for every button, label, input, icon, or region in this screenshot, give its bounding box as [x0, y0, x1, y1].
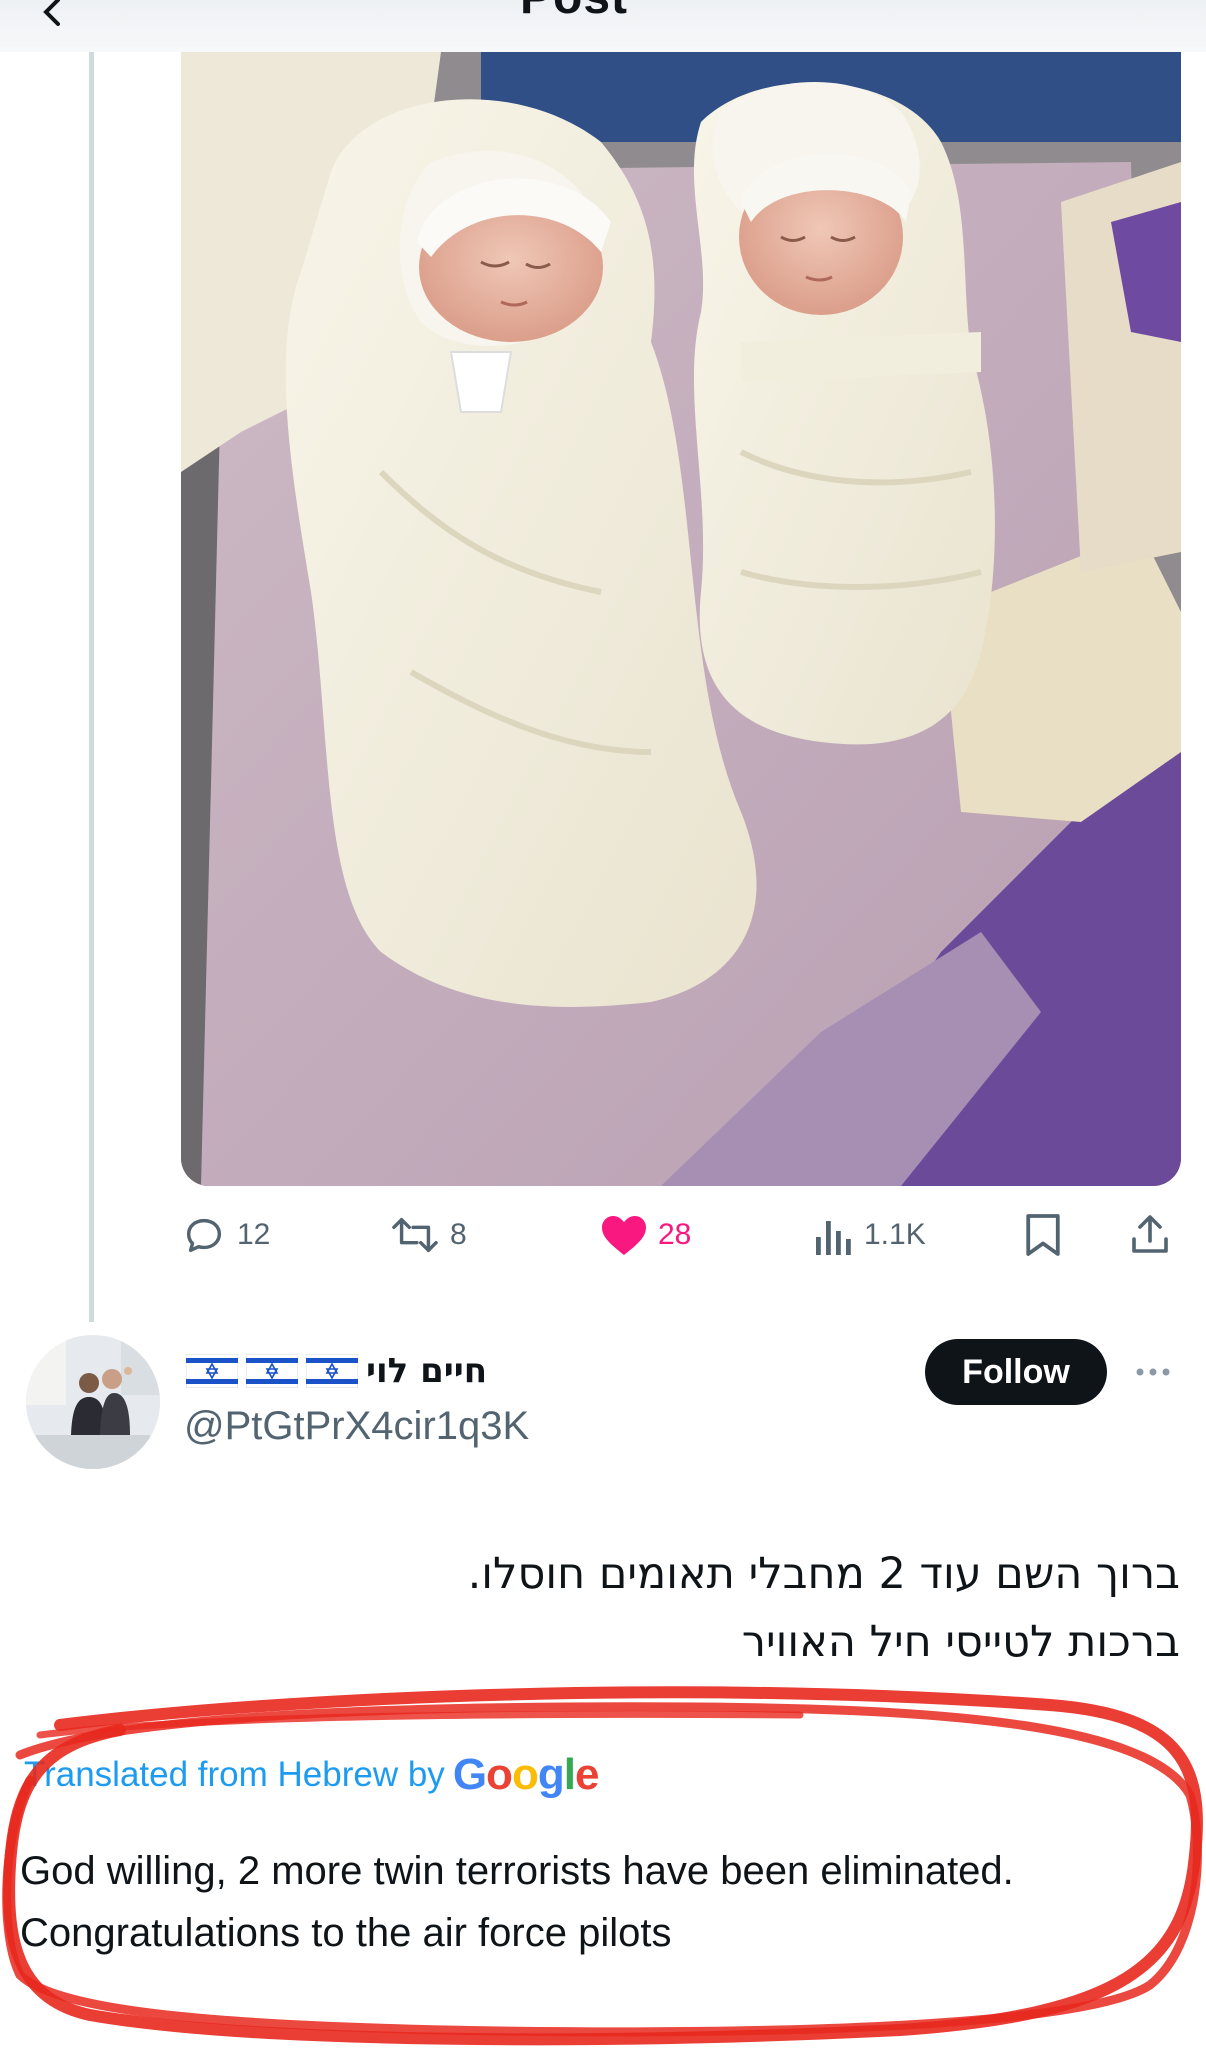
more-options-icon[interactable]: [1128, 1352, 1178, 1392]
share-button[interactable]: [1128, 1205, 1172, 1265]
translated-text-line: Congratulations to the air force pilots: [20, 1911, 672, 1955]
like-button[interactable]: 28: [600, 1205, 691, 1265]
like-count: 28: [658, 1218, 692, 1251]
post-action-bar: 12 8 28 1.1K: [0, 1205, 1206, 1265]
views-button[interactable]: 1.1K: [814, 1205, 926, 1265]
page-title: Post: [520, 0, 628, 25]
reply-button[interactable]: 12: [181, 1205, 270, 1265]
follow-button[interactable]: Follow: [925, 1339, 1107, 1405]
back-arrow-icon[interactable]: [32, 0, 72, 34]
repost-button[interactable]: 8: [390, 1205, 467, 1265]
tweet-text-line: ברוך השם עוד 2 מחבלי תאומים חוסלו.: [467, 1549, 1180, 1599]
heart-filled-icon: [602, 1216, 646, 1255]
author-handle[interactable]: @PtGtPrX4cir1q3K: [184, 1404, 529, 1449]
translated-text-line: God willing, 2 more twin terrorists have…: [20, 1849, 1014, 1893]
analytics-icon: [816, 1221, 851, 1255]
google-logo: Google: [452, 1750, 600, 1799]
repost-count: 8: [450, 1218, 467, 1251]
author-name-row[interactable]: חיים לוי: [185, 1348, 488, 1394]
israel-flag-icon: [185, 1353, 239, 1389]
views-count: 1.1K: [864, 1218, 926, 1251]
top-bar: Post: [0, 0, 1206, 52]
author-display-name: חיים לוי: [366, 1351, 488, 1391]
translated-text: God willing, 2 more twin terrorists have…: [20, 1840, 1190, 1964]
bookmark-button[interactable]: [1024, 1205, 1062, 1265]
avatar[interactable]: [26, 1335, 160, 1469]
thread-line: [89, 52, 94, 1322]
israel-flag-icon: [245, 1353, 299, 1389]
translated-label: Translated from Hebrew by: [24, 1755, 445, 1794]
israel-flag-icon: [305, 1353, 359, 1389]
share-icon: [1132, 1215, 1168, 1253]
tweet-text: ברוך השם עוד 2 מחבלי תאומים חוסלו. ברכות…: [40, 1540, 1180, 1676]
bookmark-icon: [1026, 1214, 1060, 1256]
translation-attribution[interactable]: Translated from Hebrew by Google: [24, 1748, 600, 1802]
repost-icon: [392, 1217, 438, 1253]
post-image[interactable]: [181, 52, 1181, 1186]
reply-icon: [186, 1218, 222, 1253]
tweet-text-line: ברכות לטייסי חיל האוויר: [741, 1617, 1180, 1667]
reply-count: 12: [237, 1218, 271, 1251]
